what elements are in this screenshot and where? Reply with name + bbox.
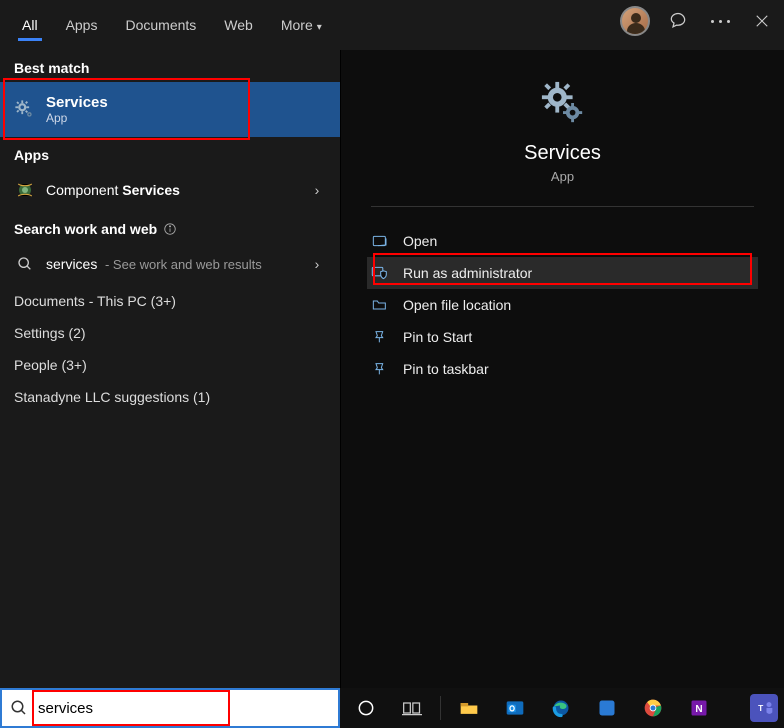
- taskbar-app-blue[interactable]: [587, 688, 627, 728]
- tab-more[interactable]: More▾: [267, 5, 336, 45]
- best-match-title: Services: [46, 94, 108, 111]
- result-component-services[interactable]: Component Services ›: [0, 169, 340, 211]
- tab-all[interactable]: All: [8, 5, 52, 45]
- pin-icon: [371, 362, 389, 376]
- preview-subtitle: App: [341, 169, 784, 184]
- svg-text:N: N: [695, 704, 702, 715]
- section-apps: Apps: [0, 137, 340, 169]
- taskbar: N: [340, 688, 784, 728]
- search-input[interactable]: [36, 690, 338, 726]
- preview-panel: Services App Open Run as administrator: [340, 50, 784, 728]
- tab-documents[interactable]: Documents: [111, 5, 210, 45]
- user-avatar[interactable]: [620, 6, 650, 36]
- taskbar-teams[interactable]: T: [750, 694, 778, 722]
- taskbar-cortana[interactable]: [346, 688, 386, 728]
- folder-icon: [371, 298, 389, 312]
- divider: [371, 206, 754, 207]
- preview-title: Services: [341, 142, 784, 165]
- chevron-right-icon: ›: [308, 256, 326, 272]
- group-settings[interactable]: Settings (2): [0, 317, 340, 349]
- best-match-subtitle: App: [46, 111, 108, 125]
- taskbar-chrome[interactable]: [633, 688, 673, 728]
- taskbar-file-explorer[interactable]: [449, 688, 489, 728]
- chevron-down-icon: ▾: [317, 22, 322, 33]
- annotation-highlight: [373, 253, 752, 285]
- section-search-work-web: Search work and web: [0, 211, 340, 243]
- services-gear-icon: [540, 80, 586, 126]
- section-best-match: Best match: [0, 50, 340, 82]
- divider: [440, 696, 441, 720]
- search-results-panel: Best match Services App Apps: [0, 50, 340, 728]
- group-documents[interactable]: Documents - This PC (3+): [0, 285, 340, 317]
- open-icon: [371, 234, 389, 248]
- info-icon: [163, 222, 177, 236]
- best-match-result[interactable]: Services App: [0, 82, 340, 137]
- taskbar-task-view[interactable]: [392, 688, 432, 728]
- component-services-icon: [14, 179, 36, 201]
- result-web-services[interactable]: services - See work and web results ›: [0, 243, 340, 285]
- action-pin-to-start[interactable]: Pin to Start: [341, 321, 784, 353]
- chevron-right-icon: ›: [308, 182, 326, 198]
- services-gear-icon: [14, 99, 36, 121]
- more-options-icon[interactable]: [706, 7, 734, 35]
- search-box[interactable]: [0, 688, 340, 728]
- search-scope-tabs: All Apps Documents Web More▾: [0, 0, 784, 50]
- tab-apps[interactable]: Apps: [52, 5, 112, 45]
- group-people[interactable]: People (3+): [0, 349, 340, 381]
- pin-icon: [371, 330, 389, 344]
- feedback-icon[interactable]: [664, 7, 692, 35]
- search-icon: [14, 253, 36, 275]
- group-stanadyne[interactable]: Stanadyne LLC suggestions (1): [0, 381, 340, 413]
- taskbar-onenote[interactable]: N: [679, 688, 719, 728]
- taskbar-edge[interactable]: [541, 688, 581, 728]
- search-icon: [2, 699, 36, 717]
- taskbar-outlook[interactable]: [495, 688, 535, 728]
- svg-text:T: T: [758, 703, 763, 713]
- tab-web[interactable]: Web: [210, 5, 267, 45]
- action-pin-to-taskbar[interactable]: Pin to taskbar: [341, 353, 784, 385]
- action-open-file-location[interactable]: Open file location: [341, 289, 784, 321]
- close-button[interactable]: [748, 7, 776, 35]
